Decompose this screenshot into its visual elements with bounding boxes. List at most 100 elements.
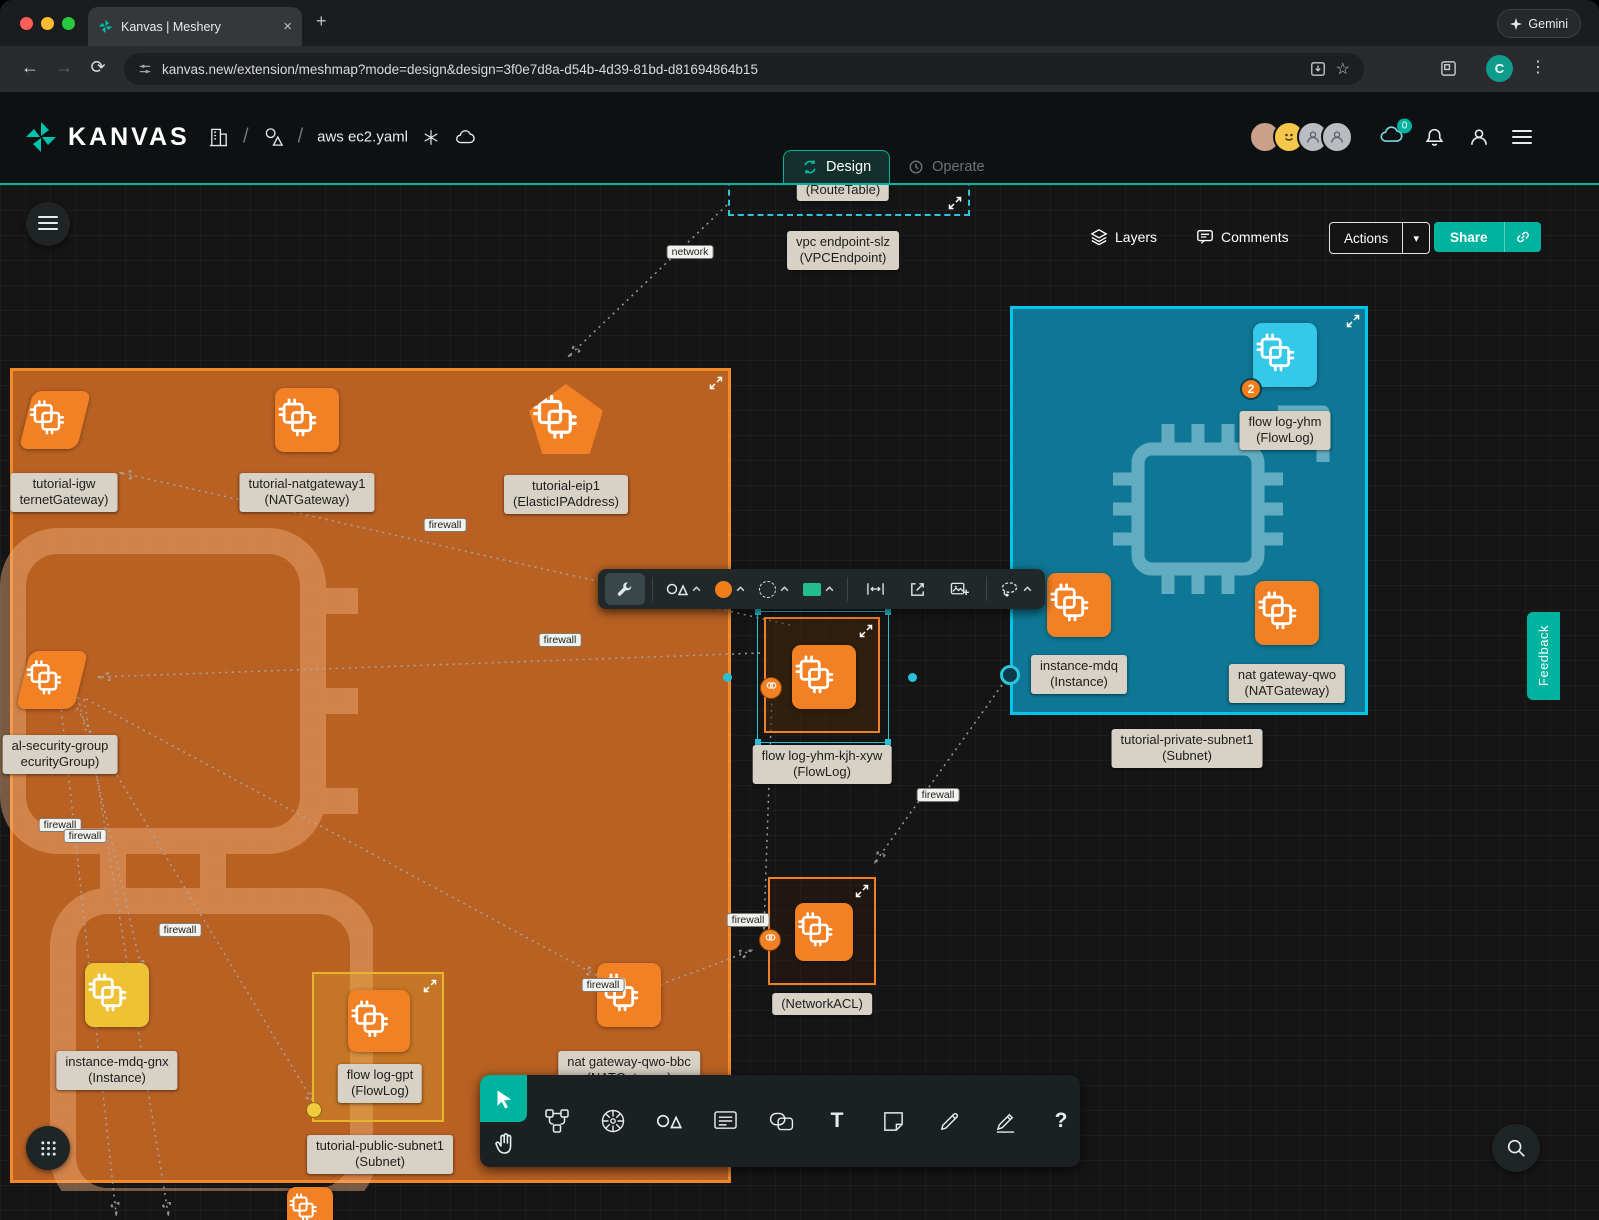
organization-icon[interactable] bbox=[208, 127, 229, 148]
node-label-tutorial-public-subnet1[interactable]: tutorial-public-subnet1(Subnet) bbox=[307, 1135, 453, 1174]
open-external-button[interactable] bbox=[897, 573, 937, 605]
resize-handle[interactable] bbox=[908, 673, 917, 682]
group-expand-icon[interactable] bbox=[948, 196, 962, 210]
node-instance-mdq[interactable] bbox=[1047, 573, 1111, 637]
reload-icon[interactable]: ⟳ bbox=[86, 57, 110, 78]
window-minimize-button[interactable] bbox=[41, 17, 54, 30]
window-close-button[interactable] bbox=[20, 17, 33, 30]
save-resource-icon[interactable] bbox=[1310, 61, 1326, 77]
app-header: KANVAS / / aws ec2.yaml bbox=[0, 92, 1599, 185]
window-zoom-button[interactable] bbox=[62, 17, 75, 30]
cloud-status-button[interactable]: 0 bbox=[1378, 125, 1404, 150]
node-nat-gateway-qwo[interactable] bbox=[1255, 581, 1319, 645]
node-tutorial-igw[interactable] bbox=[26, 391, 84, 449]
components-tool-button[interactable] bbox=[542, 1106, 572, 1136]
group-expand-icon[interactable] bbox=[423, 979, 437, 993]
node-tutorial-natgateway1[interactable] bbox=[275, 388, 339, 452]
notifications-bell-icon[interactable] bbox=[1424, 127, 1445, 148]
shape-picker-button[interactable] bbox=[660, 573, 707, 605]
zoom-button[interactable] bbox=[1492, 1124, 1540, 1172]
chevron-up-icon bbox=[1023, 586, 1032, 592]
group-expand-icon[interactable] bbox=[1346, 314, 1360, 328]
breadcrumb-separator: / bbox=[243, 126, 249, 149]
open-in-app-icon[interactable] bbox=[1440, 60, 1457, 77]
blob-shapes-tool-button[interactable] bbox=[766, 1106, 796, 1136]
border-style-button[interactable] bbox=[753, 573, 795, 605]
shapes-tool-button[interactable] bbox=[654, 1106, 684, 1136]
shapes-icon bbox=[656, 1111, 682, 1131]
workspace-icon[interactable] bbox=[263, 127, 284, 148]
app-menu-icon[interactable] bbox=[1512, 126, 1532, 148]
smiley-icon bbox=[1281, 129, 1297, 145]
canvas-menu-button[interactable] bbox=[26, 202, 70, 246]
node-label-tutorial-eip1: tutorial-eip1(ElasticIPAddress) bbox=[504, 475, 628, 514]
tab-operate[interactable]: Operate bbox=[890, 150, 1002, 183]
apps-grid-button[interactable] bbox=[26, 1126, 70, 1170]
node-flow-log-yhm[interactable] bbox=[1253, 323, 1317, 387]
sticky-note-tool-button[interactable] bbox=[878, 1106, 908, 1136]
edge-label-network: network bbox=[667, 245, 714, 259]
pencil-tool-button[interactable] bbox=[934, 1106, 964, 1136]
actions-button[interactable]: Actions ▾ bbox=[1329, 222, 1430, 254]
tool-dock: T ? bbox=[480, 1075, 1080, 1167]
actions-caret-icon[interactable]: ▾ bbox=[1402, 223, 1429, 253]
flipchart-tool-button[interactable] bbox=[710, 1106, 740, 1136]
connection-handle[interactable] bbox=[1000, 665, 1020, 685]
forward-icon[interactable]: → bbox=[52, 57, 76, 78]
tab-design[interactable]: Design bbox=[783, 150, 890, 183]
comments-button[interactable]: Comments bbox=[1196, 222, 1289, 252]
browser-profile-avatar[interactable]: C bbox=[1486, 55, 1513, 82]
lasso-tool-button[interactable] bbox=[994, 573, 1038, 605]
back-icon[interactable]: ← bbox=[18, 57, 42, 78]
configure-tool-button[interactable] bbox=[605, 573, 645, 605]
copy-link-button[interactable] bbox=[1504, 222, 1541, 252]
gemini-button[interactable]: Gemini bbox=[1497, 9, 1581, 38]
node-nat-gateway-qwo-bbc[interactable] bbox=[597, 963, 661, 1027]
layers-button[interactable]: Layers bbox=[1090, 222, 1157, 252]
node-clipped-bottom[interactable] bbox=[287, 1187, 333, 1220]
group-expand-icon[interactable] bbox=[855, 884, 869, 898]
shape-fill-button[interactable] bbox=[797, 573, 840, 605]
node-label-vpc-endpoint[interactable]: vpc endpoint-slz(VPCEndpoint) bbox=[787, 231, 899, 270]
browser-menu-icon[interactable]: ⋮ bbox=[1526, 57, 1550, 77]
design-file-name[interactable]: aws ec2.yaml bbox=[317, 129, 408, 146]
link-handle[interactable] bbox=[760, 677, 782, 699]
cloud-sync-icon[interactable] bbox=[454, 129, 476, 146]
link-handle[interactable] bbox=[759, 929, 781, 951]
site-settings-icon[interactable] bbox=[138, 62, 152, 76]
node-security-group[interactable] bbox=[23, 651, 81, 709]
resize-handle[interactable] bbox=[723, 673, 732, 682]
node-label-tutorial-private-subnet1[interactable]: tutorial-private-subnet1(Subnet) bbox=[1112, 729, 1263, 768]
pan-tool-button[interactable] bbox=[488, 1125, 522, 1163]
design-canvas[interactable]: (RouteTable) vpc endpoint-slz(VPCEndpoin… bbox=[0, 185, 1599, 1220]
text-tool-button[interactable]: T bbox=[822, 1106, 852, 1136]
design-config-icon[interactable] bbox=[422, 128, 440, 146]
resize-width-button[interactable] bbox=[855, 573, 895, 605]
kanvas-logo-icon[interactable] bbox=[24, 120, 58, 154]
highlighter-tool-button[interactable] bbox=[990, 1106, 1020, 1136]
share-button[interactable]: Share bbox=[1434, 222, 1541, 252]
select-tool-button[interactable] bbox=[480, 1075, 527, 1122]
help-tool-button[interactable]: ? bbox=[1046, 1106, 1076, 1136]
connection-handle[interactable] bbox=[306, 1102, 322, 1118]
group-expand-icon[interactable] bbox=[709, 376, 723, 390]
open-in-new-icon bbox=[909, 581, 926, 598]
feedback-tab[interactable]: Feedback bbox=[1527, 612, 1560, 700]
browser-tab[interactable]: Kanvas | Meshery × bbox=[88, 7, 302, 46]
design-sync-icon bbox=[802, 159, 818, 175]
node-tutorial-eip1[interactable] bbox=[529, 384, 603, 454]
bookmark-star-icon[interactable]: ☆ bbox=[1336, 59, 1350, 79]
node-networkacl[interactable] bbox=[768, 877, 876, 985]
user-profile-icon[interactable] bbox=[1468, 126, 1490, 148]
url-text[interactable]: kanvas.new/extension/meshmap?mode=design… bbox=[162, 62, 1300, 77]
kubernetes-tool-button[interactable] bbox=[598, 1106, 628, 1136]
tab-close-icon[interactable]: × bbox=[283, 18, 292, 35]
collaborator-avatar[interactable] bbox=[1321, 121, 1353, 153]
new-tab-button[interactable]: + bbox=[316, 11, 327, 32]
edge-label-firewall: firewall bbox=[424, 518, 467, 532]
node-instance-mdq-gnx[interactable] bbox=[85, 963, 149, 1027]
add-image-button[interactable] bbox=[939, 573, 979, 605]
url-bar[interactable]: kanvas.new/extension/meshmap?mode=design… bbox=[124, 53, 1364, 85]
fill-color-button[interactable] bbox=[709, 573, 751, 605]
group-flow-log-gpt[interactable]: flow log-gpt(FlowLog) bbox=[312, 972, 444, 1122]
